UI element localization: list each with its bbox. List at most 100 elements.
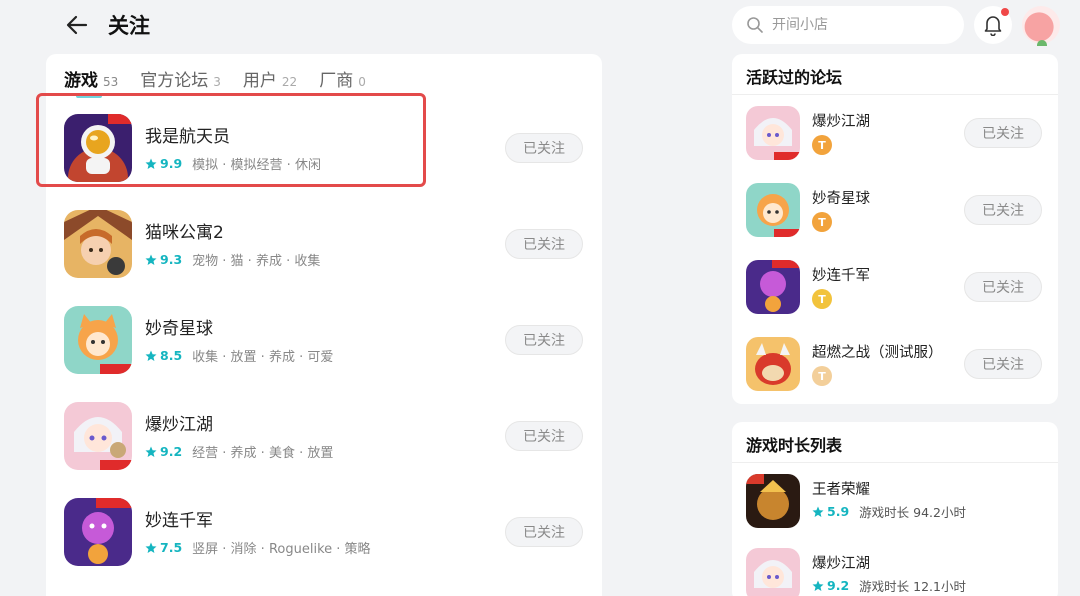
bell-icon [984,16,1002,36]
tab-official-forums[interactable]: 官方论坛 3 [140,66,221,91]
followed-button[interactable]: 已关注 [964,118,1042,148]
playtime-text: 游戏时长 12.1小时 [859,579,966,594]
baochao-jianghu-forum-icon[interactable] [746,106,800,160]
miaoqi-planet-game-icon[interactable] [64,306,132,374]
followed-button[interactable]: 已关注 [505,421,583,451]
tab-count: 53 [103,75,119,89]
followed-button[interactable]: 已关注 [964,195,1042,225]
level-badge: T [812,212,832,232]
tab-label: 官方论坛 [140,71,209,91]
followed-button[interactable]: 已关注 [505,133,583,163]
search-input[interactable] [772,17,952,33]
notification-button[interactable] [974,6,1012,44]
forum-name: 超燃之战（测试服） [812,345,943,361]
followed-button[interactable]: 已关注 [964,272,1042,302]
tab-vendors[interactable]: 厂商 0 [319,66,366,91]
level-badge: T [812,289,832,309]
playtime-row[interactable]: 王者荣耀 5.9 游戏时长 94.2小时 [732,470,1058,544]
playtime-row[interactable]: 爆炒江湖 9.2 游戏时长 12.1小时 [732,544,1058,596]
tab-games[interactable]: 游戏 53 [64,66,119,98]
tab-label: 厂商 [319,71,354,91]
game-row[interactable]: 我是航天员 9.9 模拟 · 模拟经营 · 休闲 已关注 [46,100,602,196]
star-icon [145,350,157,361]
tab-count: 3 [213,75,221,89]
game-tags: 模拟 · 模拟经营 · 休闲 [192,158,321,173]
tab-bar: 游戏 53 官方论坛 3 用户 22 厂商 0 [64,66,388,98]
game-tags: 经营 · 养成 · 美食 · 放置 [192,446,334,461]
game-row[interactable]: 爆炒江湖 9.2 经营 · 养成 · 美食 · 放置 已关注 [46,388,602,484]
game-score: 5.9 [827,504,850,519]
game-meta: 7.5 竖屏 · 消除 · Roguelike · 策略 [145,538,371,557]
honor-of-kings-icon[interactable] [746,474,800,528]
game-meta: 9.2 经营 · 养成 · 美食 · 放置 [145,442,333,461]
tab-label: 用户 [242,71,277,91]
tab-users[interactable]: 用户 22 [243,66,297,91]
page-title: 关注 [108,14,150,38]
game-score: 9.2 [827,578,850,593]
game-meta: 9.9 模拟 · 模拟经营 · 休闲 [145,154,321,173]
tab-label: 游戏 [64,71,98,91]
astronaut-game-icon[interactable] [64,114,132,182]
tab-count: 0 [358,75,366,89]
active-forums-title: 活跃过的论坛 [746,68,843,87]
cat-apartment-game-icon[interactable] [64,210,132,278]
search-box[interactable] [732,6,964,44]
followed-button[interactable]: 已关注 [505,325,583,355]
forum-row[interactable]: 爆炒江湖 T 已关注 [732,98,1058,175]
game-score: 9.2 [160,444,183,459]
back-arrow-icon[interactable] [64,12,90,38]
playtime-meta: 5.9 游戏时长 94.2小时 [812,502,966,521]
star-icon [145,542,157,553]
game-meta: 8.5 收集 · 放置 · 养成 · 可爱 [145,346,333,365]
level-badge: T [812,366,832,386]
user-avatar[interactable] [1022,6,1060,46]
playtime-text: 游戏时长 94.2小时 [859,505,966,520]
playtime-list-title: 游戏时长列表 [746,436,843,455]
game-name: 妙连千军 [145,511,213,531]
forum-name: 爆炒江湖 [812,114,870,130]
star-icon [812,580,824,591]
star-icon [145,158,157,169]
star-icon [145,254,157,265]
miaolian-qianjun-game-icon[interactable] [64,498,132,566]
game-name: 猫咪公寓2 [145,223,224,243]
game-row[interactable]: 妙奇星球 8.5 收集 · 放置 · 养成 · 可爱 已关注 [46,292,602,388]
game-tags: 收集 · 放置 · 养成 · 可爱 [192,350,334,365]
chaoran-zhizhan-forum-icon[interactable] [746,337,800,391]
game-score: 8.5 [160,348,183,363]
star-icon [145,446,157,457]
forum-row[interactable]: 妙奇星球 T 已关注 [732,175,1058,252]
star-icon [812,506,824,517]
followed-button[interactable]: 已关注 [964,349,1042,379]
forum-row[interactable]: 妙连千军 T 已关注 [732,252,1058,329]
game-row[interactable]: 猫咪公寓2 9.3 宠物 · 猫 · 养成 · 收集 已关注 [46,196,602,292]
followed-button[interactable]: 已关注 [505,229,583,259]
game-tags: 宠物 · 猫 · 养成 · 收集 [192,254,321,269]
game-score: 7.5 [160,540,183,555]
playtime-meta: 9.2 游戏时长 12.1小时 [812,576,966,595]
active-tab-indicator [76,94,102,98]
game-score: 9.9 [160,156,183,171]
game-meta: 9.3 宠物 · 猫 · 养成 · 收集 [145,250,320,269]
followed-button[interactable]: 已关注 [505,517,583,547]
game-name: 王者荣耀 [812,482,870,498]
playtime-list-panel: 游戏时长列表 王者荣耀 5.9 游戏时长 94.2小时 爆炒江湖 9.2 游戏时… [732,422,1058,596]
miaolian-qianjun-forum-icon[interactable] [746,260,800,314]
notification-dot [1001,8,1009,16]
divider [732,462,1058,463]
miaoqi-planet-forum-icon[interactable] [746,183,800,237]
game-name: 我是航天员 [145,127,230,147]
game-name: 爆炒江湖 [145,415,213,435]
search-icon [747,17,763,33]
baochao-jianghu-game-icon[interactable] [64,402,132,470]
forum-name: 妙奇星球 [812,191,870,207]
game-name: 妙奇星球 [145,319,213,339]
game-tags: 竖屏 · 消除 · Roguelike · 策略 [192,542,371,557]
tab-count: 22 [281,75,298,89]
game-row[interactable]: 妙连千军 7.5 竖屏 · 消除 · Roguelike · 策略 已关注 [46,484,602,580]
forum-row[interactable]: 超燃之战（测试服） T 已关注 [732,329,1058,406]
baochao-jianghu-icon[interactable] [746,548,800,596]
active-forums-panel: 活跃过的论坛 爆炒江湖 T 已关注 妙奇星球 T 已关注 妙连千军 T 已关注 … [732,54,1058,404]
game-score: 9.3 [160,252,183,267]
game-name: 爆炒江湖 [812,556,870,572]
